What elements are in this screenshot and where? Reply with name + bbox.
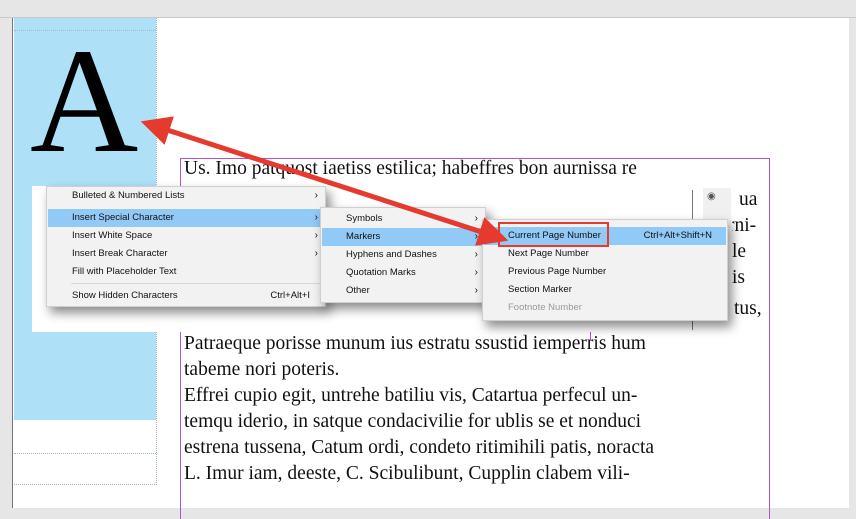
annotation-arrow [140,116,509,246]
